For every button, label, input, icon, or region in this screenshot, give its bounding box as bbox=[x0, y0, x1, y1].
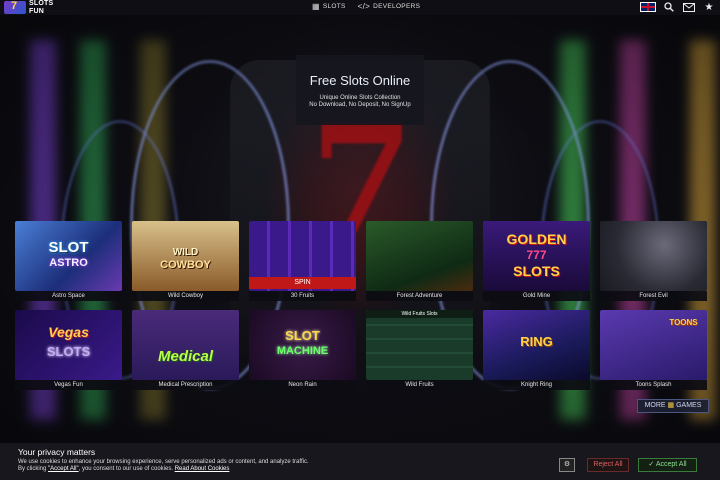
cookie-settings-button[interactable]: ⚙ bbox=[559, 458, 575, 472]
game-title: 30 Fruits bbox=[249, 291, 356, 301]
site-logo[interactable]: SLOTS FUN bbox=[4, 0, 53, 15]
game-title: Astro Space bbox=[15, 291, 122, 301]
logo-text-line1: SLOTS bbox=[29, 0, 54, 7]
game-card-30-fruits[interactable]: SPIN 30 Fruits bbox=[249, 221, 356, 301]
game-thumb: SPIN bbox=[249, 221, 356, 291]
main-nav: ▦ SLOTS </> DEVELOPERS bbox=[312, 2, 420, 11]
reject-all-button[interactable]: Reject All bbox=[587, 458, 629, 472]
game-card-astro-space[interactable]: SLOT ASTRO Astro Space bbox=[15, 221, 122, 301]
accept-all-label: Accept All bbox=[655, 461, 687, 468]
game-thumb: GOLDEN 777 SLOTS bbox=[483, 221, 590, 291]
game-title: Wild Cowboy bbox=[132, 291, 239, 301]
read-about-cookies-link[interactable]: Read About Cookies bbox=[175, 466, 230, 472]
game-art-text: SLOT bbox=[48, 239, 89, 256]
page-title: Free Slots Online bbox=[309, 73, 411, 88]
game-thumb bbox=[366, 221, 473, 291]
game-title: Knight Ring bbox=[483, 380, 590, 390]
code-icon: </> bbox=[357, 2, 371, 11]
game-thumb: Medical bbox=[132, 310, 239, 380]
game-title: Medical Prescription bbox=[132, 380, 239, 390]
game-card-gold-mine[interactable]: GOLDEN 777 SLOTS Gold Mine bbox=[483, 221, 590, 301]
game-card-medical-prescription[interactable]: Medical Medical Prescription bbox=[132, 310, 239, 390]
game-art-text-2: ASTRO bbox=[49, 257, 88, 269]
star-icon[interactable]: ★ bbox=[702, 1, 716, 13]
header-actions: ★ bbox=[640, 1, 716, 13]
top-navigation-bar: SLOTS FUN ▦ SLOTS </> DEVELOPERS ★ bbox=[0, 0, 720, 15]
hero-box: Free Slots Online Unique Online Slots Co… bbox=[296, 55, 424, 125]
hero-subtitle: Unique Online Slots Collection No Downlo… bbox=[296, 95, 424, 109]
game-thumb bbox=[600, 221, 707, 291]
logo-text-line2: FUN bbox=[29, 7, 44, 15]
game-thumb: Wild Fruits Slots bbox=[366, 310, 473, 380]
settings-icon: ⚙ bbox=[563, 461, 571, 468]
privacy-title: Your privacy matters bbox=[18, 447, 96, 457]
nav-developers[interactable]: </> DEVELOPERS bbox=[358, 2, 421, 11]
accept-all-button[interactable]: ✓ Accept All bbox=[638, 458, 697, 472]
privacy-text-line1: We use cookies to enhance your browsing … bbox=[18, 459, 309, 465]
privacy-text-suffix: , you consent to our use of cookies. bbox=[78, 466, 175, 472]
game-card-knight-ring[interactable]: RING Knight Ring bbox=[483, 310, 590, 390]
privacy-text: We use cookies to enhance your browsing … bbox=[18, 459, 438, 473]
game-title: Gold Mine bbox=[483, 291, 590, 301]
game-title: Forest Adventure bbox=[366, 291, 473, 301]
spin-label: SPIN bbox=[249, 277, 356, 289]
games-label: GAMES bbox=[676, 402, 702, 409]
more-label: MORE bbox=[644, 402, 666, 409]
game-title: Forest Evil bbox=[600, 291, 707, 301]
game-card-wild-fruits[interactable]: Wild Fruits Slots Wild Fruits bbox=[366, 310, 473, 390]
search-icon[interactable] bbox=[662, 1, 676, 13]
more-games-button[interactable]: MORE ▦ GAMES bbox=[637, 399, 709, 413]
mail-icon[interactable] bbox=[682, 1, 696, 13]
slots-icon: ▦ bbox=[312, 2, 320, 11]
game-title: Neon Rain bbox=[249, 380, 356, 390]
game-thumb: TOONS bbox=[600, 310, 707, 380]
game-thumb: WILD COWBOY bbox=[132, 221, 239, 291]
uk-flag-icon[interactable] bbox=[640, 2, 656, 12]
nav-slots[interactable]: ▦ SLOTS bbox=[312, 2, 346, 11]
game-thumb: SLOT MACHINE bbox=[249, 310, 356, 380]
privacy-text-prefix: By clicking bbox=[18, 466, 49, 472]
game-title: Vegas Fun bbox=[15, 380, 122, 390]
slot-machine-icon: ▦ bbox=[667, 402, 675, 409]
game-card-vegas-fun[interactable]: Vegas SLOTS Vegas Fun bbox=[15, 310, 122, 390]
game-title: Toons Splash bbox=[600, 380, 707, 390]
accept-all-link[interactable]: "Accept All" bbox=[48, 466, 79, 472]
nav-slots-label: SLOTS bbox=[322, 3, 346, 10]
nav-developers-label: DEVELOPERS bbox=[373, 3, 421, 10]
game-card-forest-adventure[interactable]: Forest Adventure bbox=[366, 221, 473, 301]
logo-icon bbox=[4, 0, 26, 14]
game-thumb: SLOT ASTRO bbox=[15, 221, 122, 291]
game-title: Wild Fruits bbox=[366, 380, 473, 390]
game-thumb: RING bbox=[483, 310, 590, 380]
game-card-wild-cowboy[interactable]: WILD COWBOY Wild Cowboy bbox=[132, 221, 239, 301]
game-card-toons-splash[interactable]: TOONS Toons Splash bbox=[600, 310, 707, 390]
hero-line2: No Download, No Deposit, No SignUp bbox=[309, 102, 411, 108]
game-card-forest-evil[interactable]: Forest Evil bbox=[600, 221, 707, 301]
hero-line1: Unique Online Slots Collection bbox=[319, 95, 401, 101]
game-thumb: Vegas SLOTS bbox=[15, 310, 122, 380]
check-icon: ✓ bbox=[648, 461, 655, 468]
game-card-neon-rain[interactable]: SLOT MACHINE Neon Rain bbox=[249, 310, 356, 390]
